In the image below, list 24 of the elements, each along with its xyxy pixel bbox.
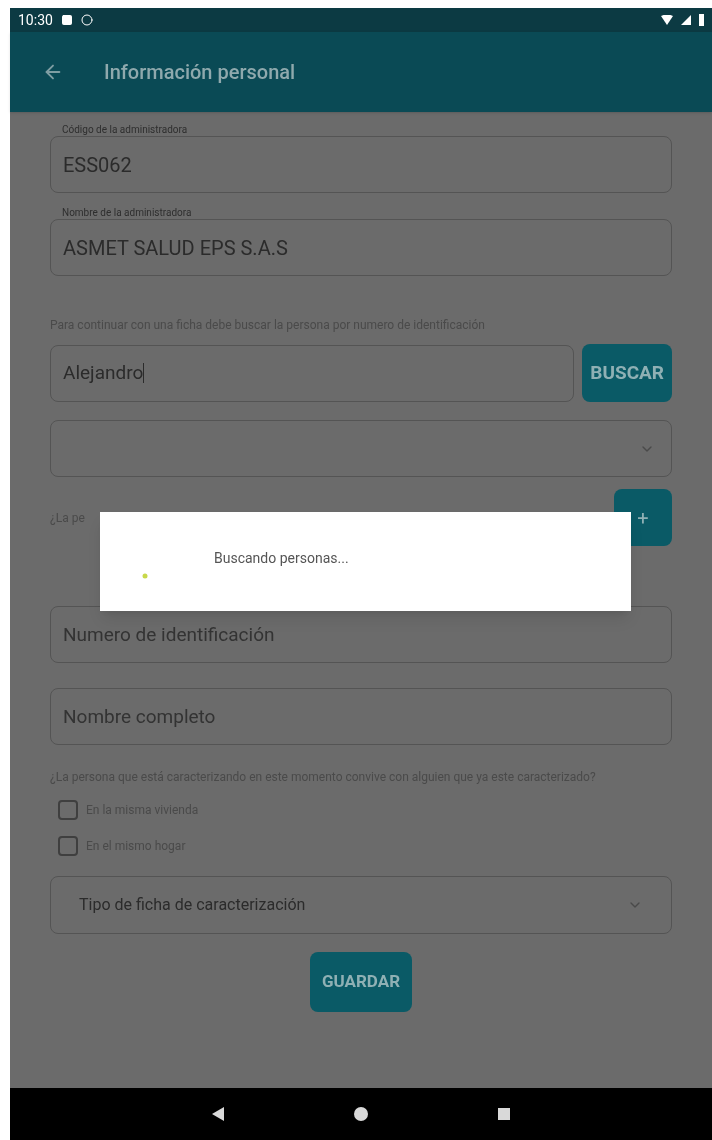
clock: 10:30 <box>18 10 53 30</box>
select-field[interactable]: Tipo de ficha de caracterización <box>50 876 672 934</box>
back-nav-icon[interactable] <box>212 1107 224 1121</box>
spinner-icon <box>142 572 148 579</box>
sync-icon <box>80 14 93 26</box>
screen-title: Información personal <box>104 59 296 86</box>
signal-icon <box>681 15 691 25</box>
search-field[interactable]: Alejandro <box>50 344 575 402</box>
text-field[interactable]: Nombre completo <box>50 688 672 745</box>
sd-card-icon <box>60 14 73 26</box>
wifi-icon <box>661 15 673 25</box>
checkbox[interactable] <box>58 836 78 856</box>
save-button[interactable]: GUARDAR <box>309 952 413 1012</box>
checkbox[interactable] <box>58 800 78 820</box>
text-field[interactable]: ASMET SALUD EPS S.A.S <box>50 219 672 276</box>
dialog-message: Buscando personas... <box>214 549 349 568</box>
text-field[interactable]: Numero de identificación <box>50 606 672 663</box>
battery-icon <box>699 14 704 26</box>
text-field[interactable]: ESS062 <box>50 136 672 193</box>
search-button[interactable]: BUSCAR <box>582 344 672 402</box>
field-label: Nombre de la administradora <box>61 207 193 219</box>
dropdown[interactable] <box>50 420 672 477</box>
field-label: Código de la administradora <box>61 124 189 136</box>
home-nav-icon[interactable] <box>354 1107 368 1121</box>
